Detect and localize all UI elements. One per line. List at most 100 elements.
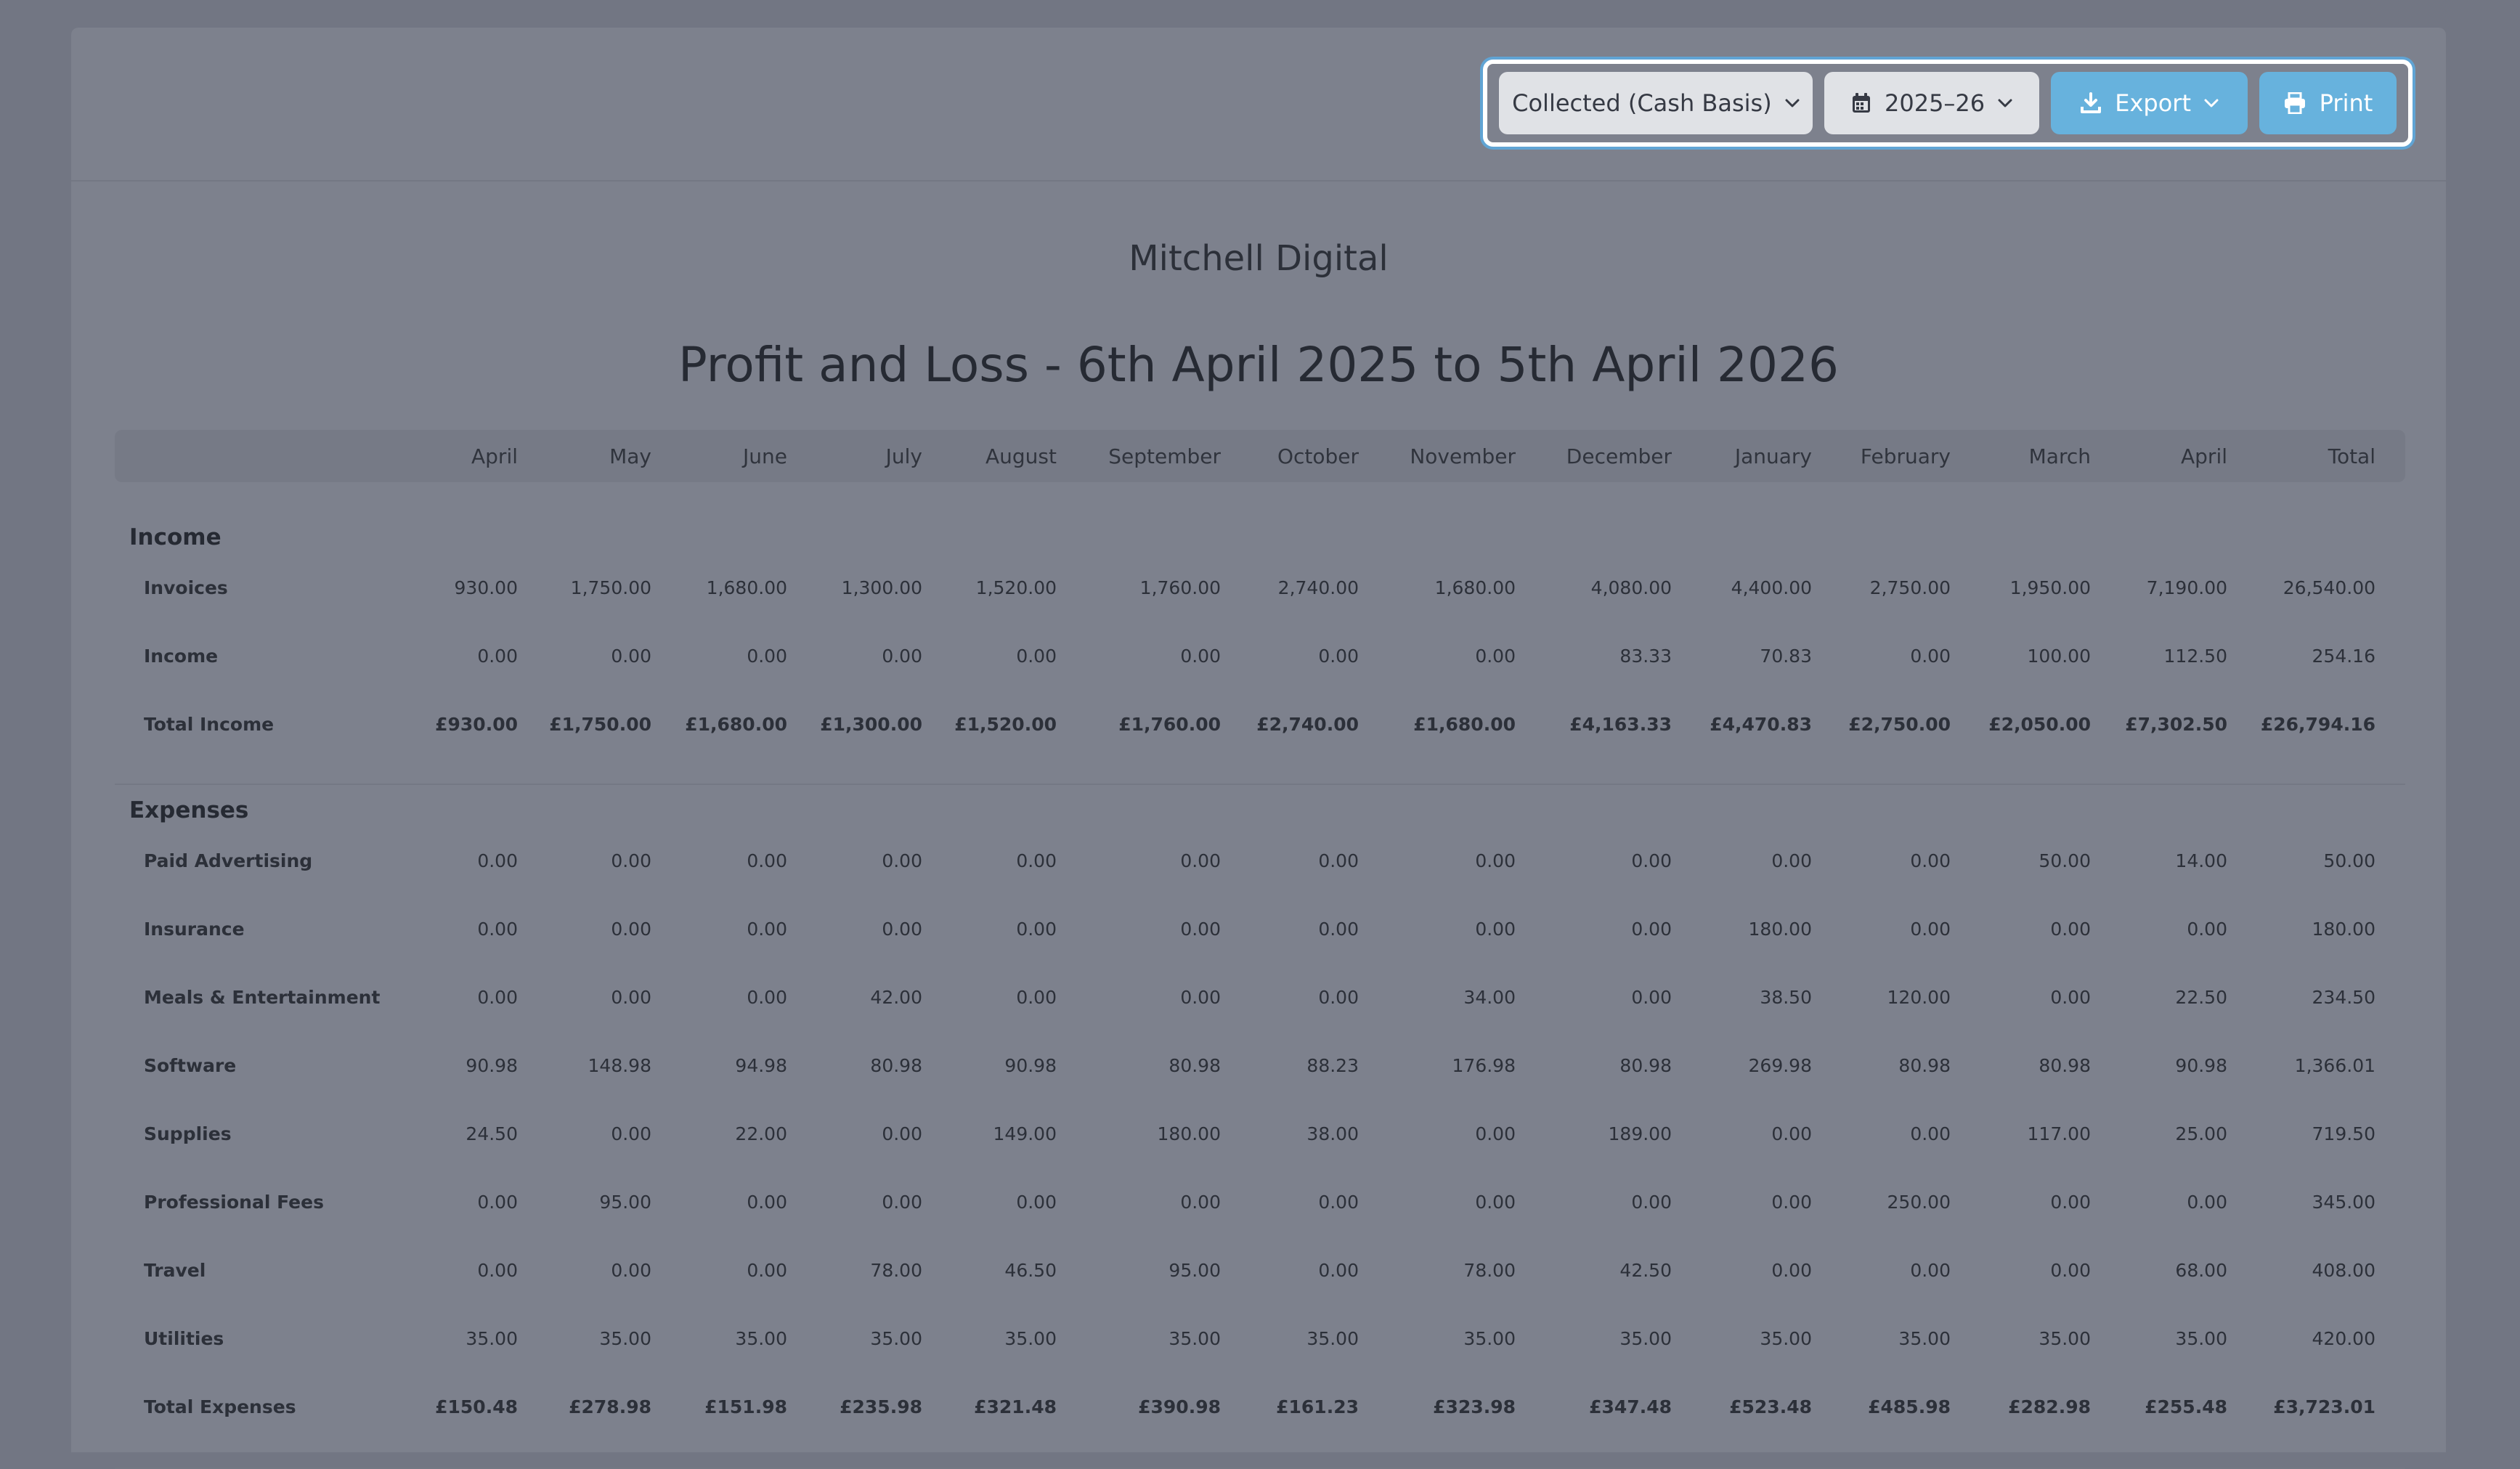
row-value: 0.00: [2050, 1191, 2091, 1213]
print-button[interactable]: Print: [2259, 72, 2397, 134]
row-value: 1,366.01: [2294, 1054, 2375, 1076]
row-value: 100.00: [2027, 645, 2091, 667]
row-value: 0.00: [1631, 986, 1672, 1008]
row-value: 35.00: [2039, 1327, 2091, 1349]
row-label: Invoices: [144, 577, 228, 598]
row-value: 176.98: [1452, 1054, 1516, 1076]
column-header: November: [1410, 444, 1516, 468]
row-value: 0.00: [1771, 1123, 1812, 1144]
row-value: 0.00: [882, 645, 922, 667]
section-divider: [115, 784, 2405, 785]
row-value: 420.00: [2312, 1327, 2375, 1349]
row-value: 35.00: [466, 1327, 518, 1349]
row-value: 0.00: [747, 1191, 787, 1213]
row-value: 0.00: [1631, 850, 1672, 871]
row-value: 0.00: [477, 645, 518, 667]
table-row: Supplies 24.50 0.00 22.00 0.00 149.00 180.00 38…: [115, 1099, 2405, 1168]
row-value: 0.00: [882, 1191, 922, 1213]
total-value: £523.48: [1729, 1396, 1812, 1417]
row-value: 25.00: [2175, 1123, 2227, 1144]
total-value: £161.23: [1276, 1396, 1359, 1417]
row-value: 42.50: [1619, 1259, 1672, 1281]
row-value: 0.00: [1180, 918, 1221, 940]
row-value: 34.00: [1463, 986, 1516, 1008]
row-value: 0.00: [1910, 1123, 1951, 1144]
total-row: Total Expenses £150.48 £278.98 £151.98 £235.…: [115, 1372, 2405, 1441]
row-value: 95.00: [1168, 1259, 1221, 1281]
total-label: Total Expenses: [144, 1396, 296, 1417]
total-value: £255.48: [2145, 1396, 2227, 1417]
table-row: Software 90.98 148.98 94.98 80.98 90.98 80.98 8…: [115, 1031, 2405, 1099]
row-value: 22.50: [2175, 986, 2227, 1008]
column-header: September: [1108, 444, 1221, 468]
row-value: 120.00: [1887, 986, 1951, 1008]
row-value: 50.00: [2039, 850, 2091, 871]
column-header: October: [1277, 444, 1359, 468]
row-value: 0.00: [1475, 1123, 1516, 1144]
row-value: 180.00: [1157, 1123, 1221, 1144]
row-value: 0.00: [1910, 645, 1951, 667]
row-value: 35.00: [1619, 1327, 1672, 1349]
row-value: 0.00: [2187, 918, 2227, 940]
row-value: 149.00: [993, 1123, 1057, 1144]
column-header: Total: [2328, 444, 2375, 468]
row-value: 0.00: [611, 850, 651, 871]
total-value: £2,740.00: [1256, 713, 1359, 735]
row-value: 189.00: [1608, 1123, 1672, 1144]
row-value: 70.83: [1760, 645, 1812, 667]
row-value: 0.00: [1016, 645, 1057, 667]
total-value: £235.98: [840, 1396, 922, 1417]
row-value: 26,540.00: [2283, 577, 2375, 598]
row-value: 0.00: [477, 1191, 518, 1213]
row-value: 0.00: [1475, 918, 1516, 940]
row-value: 180.00: [2312, 918, 2375, 940]
total-value: £1,300.00: [820, 713, 922, 735]
table-row: Insurance 0.00 0.00 0.00 0.00 0.00 0.00 0.00 0.0…: [115, 895, 2405, 963]
row-value: 0.00: [477, 986, 518, 1008]
total-value: £390.98: [1138, 1396, 1221, 1417]
total-value: £2,050.00: [1988, 713, 2091, 735]
export-button[interactable]: Export: [2051, 72, 2248, 134]
row-value: 0.00: [1016, 918, 1057, 940]
total-value: £1,750.00: [549, 713, 651, 735]
tax-year-select[interactable]: 2025–26: [1824, 72, 2040, 134]
row-value: 0.00: [611, 1123, 651, 1144]
row-value: 0.00: [1318, 1259, 1359, 1281]
row-value: 0.00: [1180, 1191, 1221, 1213]
column-header: May: [609, 444, 651, 468]
row-value: 0.00: [1910, 850, 1951, 871]
row-value: 0.00: [747, 645, 787, 667]
total-value: £2,750.00: [1848, 713, 1951, 735]
total-value: £321.48: [974, 1396, 1057, 1417]
income-section-heading: Income: [129, 524, 221, 550]
row-value: 7,190.00: [2146, 577, 2227, 598]
accounting-basis-select[interactable]: Collected (Cash Basis): [1499, 72, 1813, 134]
table-row: Invoices 930.00 1,750.00 1,680.00 1,300.00 1,…: [115, 553, 2405, 622]
row-value: 35.00: [1463, 1327, 1516, 1349]
row-value: 2,740.00: [1277, 577, 1359, 598]
total-value: £930.00: [435, 713, 518, 735]
row-value: 88.23: [1306, 1054, 1359, 1076]
row-value: 0.00: [1180, 645, 1221, 667]
chevron-down-icon: [1998, 99, 2012, 107]
row-value: 0.00: [1771, 1191, 1812, 1213]
total-value: £151.98: [704, 1396, 787, 1417]
row-value: 80.98: [2039, 1054, 2091, 1076]
row-value: 0.00: [1016, 850, 1057, 871]
row-value: 4,080.00: [1590, 577, 1672, 598]
total-label: Total Income: [144, 713, 275, 735]
table-row: Income 0.00 0.00 0.00 0.00 0.00 0.00 0.00 0.00 83…: [115, 622, 2405, 690]
row-value: 4,400.00: [1731, 577, 1812, 598]
row-label: Insurance: [144, 918, 245, 940]
row-value: 38.50: [1760, 986, 1812, 1008]
total-value: £4,163.33: [1569, 713, 1672, 735]
row-value: 0.00: [1180, 850, 1221, 871]
row-value: 0.00: [477, 918, 518, 940]
column-header: March: [2028, 444, 2091, 468]
row-value: 95.00: [599, 1191, 651, 1213]
calendar-icon: [1852, 93, 1870, 113]
row-value: 719.50: [2312, 1123, 2375, 1144]
row-value: 50.00: [2323, 850, 2375, 871]
row-value: 234.50: [2312, 986, 2375, 1008]
total-value: £278.98: [569, 1396, 651, 1417]
